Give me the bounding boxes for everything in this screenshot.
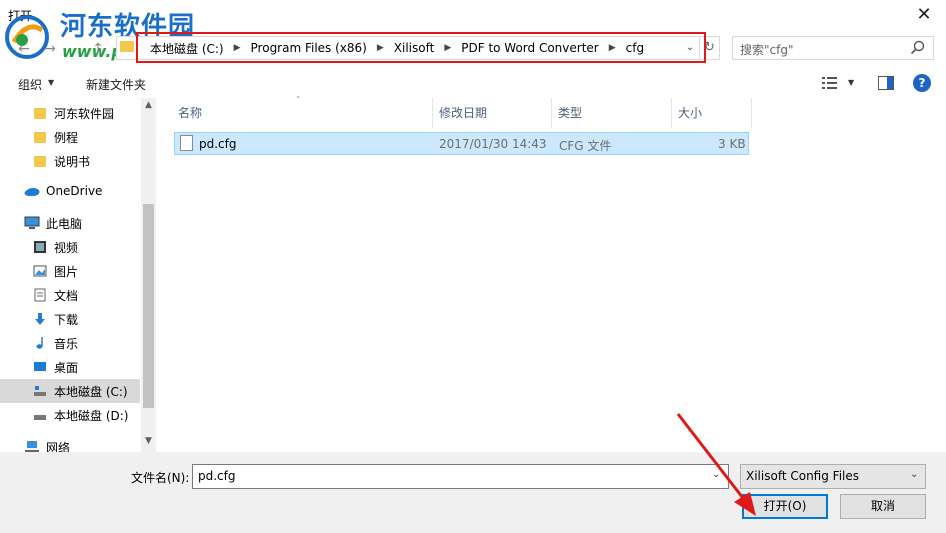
folder-icon <box>120 41 134 52</box>
file-date: 2017/01/30 14:43 <box>439 137 547 151</box>
sidebar-item-label: 桌面 <box>54 360 79 375</box>
sidebar-item-desktop[interactable]: 桌面 <box>0 355 140 379</box>
filename-value: pd.cfg <box>198 469 236 483</box>
sidebar-item-label: 网络 <box>46 440 71 453</box>
sidebar-item-label: 此电脑 <box>46 216 83 231</box>
chevron-down-icon[interactable]: ⌄ <box>910 469 918 480</box>
sidebar-item-label: OneDrive <box>46 184 103 198</box>
forward-button[interactable]: → <box>40 39 60 59</box>
sidebar-item-label: 说明书 <box>54 154 91 169</box>
new-folder-button[interactable]: 新建文件夹 <box>86 76 146 93</box>
caret-down-icon[interactable]: ▼ <box>48 78 54 87</box>
caret-down-icon[interactable]: ▼ <box>848 78 854 87</box>
music-icon <box>32 335 48 351</box>
sidebar-item-label: 下载 <box>54 312 79 327</box>
drive-icon <box>32 383 48 399</box>
file-type-filter-value: Xilisoft Config Files <box>746 469 859 483</box>
sidebar-item-pictures[interactable]: 图片 <box>0 259 140 283</box>
sidebar-item-drive-d[interactable]: 本地磁盘 (D:) <box>0 403 140 427</box>
scroll-down-icon[interactable]: ▼ <box>141 436 156 446</box>
drive-icon <box>32 407 48 423</box>
sidebar-item-drive-c[interactable]: 本地磁盘 (C:) <box>0 379 140 403</box>
sidebar-item-label: 文档 <box>54 288 79 303</box>
scrollbar-thumb[interactable] <box>143 204 154 408</box>
organize-button[interactable]: 组织 <box>18 76 42 93</box>
sidebar-item-downloads[interactable]: 下载 <box>0 307 140 331</box>
open-file-dialog: 打开 ✕ 河东软件园 www.pc0359.cn ← → ↑ 本地磁盘 (C:)… <box>0 0 946 533</box>
sidebar-item-manual[interactable]: 说明书 <box>0 149 140 173</box>
scroll-up-icon[interactable]: ▲ <box>141 100 156 110</box>
column-header-date[interactable]: 修改日期 <box>433 98 552 128</box>
sidebar-item-label: 视频 <box>54 240 79 255</box>
video-icon <box>32 239 48 255</box>
filename-label: 文件名(N): <box>131 471 190 485</box>
sidebar-item-documents[interactable]: 文档 <box>0 283 140 307</box>
sidebar-item-onedrive[interactable]: OneDrive <box>0 179 140 203</box>
search-icon[interactable] <box>910 40 926 56</box>
sidebar-item-label: 音乐 <box>54 336 79 351</box>
annotation-highlight-box <box>136 32 706 63</box>
sidebar-item-label: 例程 <box>54 130 79 145</box>
filename-input[interactable] <box>192 464 729 489</box>
cloud-icon <box>24 183 40 199</box>
help-icon[interactable]: ? <box>913 74 931 92</box>
cancel-button[interactable]: 取消 <box>840 494 926 519</box>
sidebar-item-label: 本地磁盘 (D:) <box>54 408 129 423</box>
document-icon <box>32 287 48 303</box>
preview-pane-icon[interactable] <box>878 76 894 90</box>
file-name: pd.cfg <box>199 137 237 151</box>
up-button[interactable]: ↑ <box>88 39 108 59</box>
sidebar-item-label: 图片 <box>54 264 79 279</box>
navigation-pane: 河东软件园 例程 说明书 OneDrive 此电脑 视频 图片 文档 下载 音乐… <box>0 98 156 452</box>
network-icon <box>24 439 40 452</box>
search-placeholder: 搜索"cfg" <box>740 43 794 57</box>
annotation-arrow <box>676 413 756 516</box>
sidebar-item-label: 河东软件园 <box>54 106 115 121</box>
download-icon <box>32 311 48 327</box>
folder-icon <box>32 105 48 121</box>
file-type: CFG 文件 <box>559 139 612 153</box>
sidebar-item-examples[interactable]: 例程 <box>0 125 140 149</box>
back-button[interactable]: ← <box>14 39 34 59</box>
folder-icon <box>32 129 48 145</box>
file-icon <box>180 135 193 151</box>
file-size: 3 KB <box>718 137 746 151</box>
sidebar-item-label: 本地磁盘 (C:) <box>54 384 128 399</box>
sidebar-item-music[interactable]: 音乐 <box>0 331 140 355</box>
column-header-name[interactable]: 名称 <box>172 98 433 128</box>
folder-icon <box>32 153 48 169</box>
desktop-icon <box>32 359 48 375</box>
view-options-icon[interactable] <box>822 76 838 90</box>
sidebar-item-network[interactable]: 网络 <box>0 435 140 452</box>
column-header-size[interactable]: 大小 <box>672 98 752 128</box>
column-header-type[interactable]: 类型 <box>552 98 672 128</box>
sidebar-item-hedong[interactable]: 河东软件园 <box>0 101 140 125</box>
close-icon[interactable]: ✕ <box>912 3 936 27</box>
sidebar-item-this-pc[interactable]: 此电脑 <box>0 211 140 235</box>
computer-icon <box>24 215 40 231</box>
picture-icon <box>32 263 48 279</box>
sidebar-item-videos[interactable]: 视频 <box>0 235 140 259</box>
